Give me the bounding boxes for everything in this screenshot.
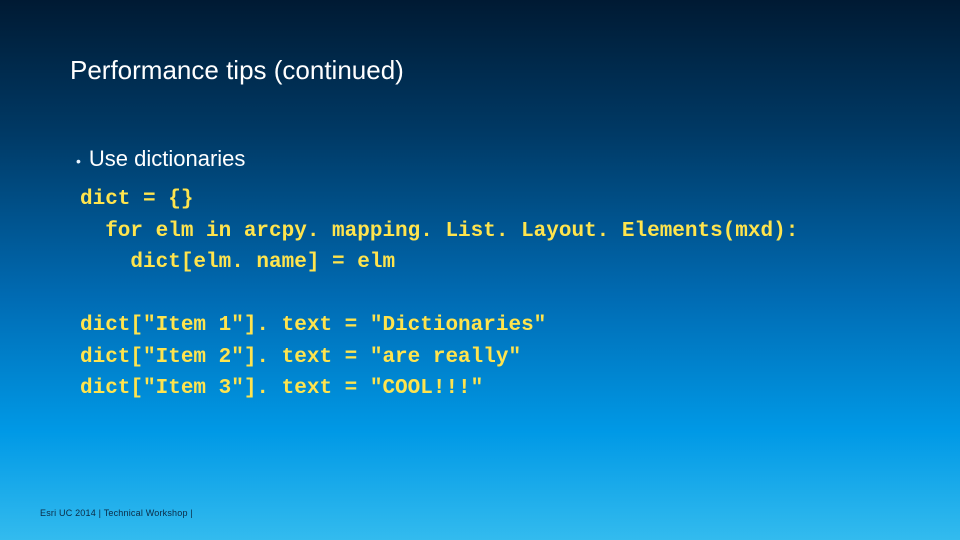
code-line: dict["Item 2"]. text = "are really" bbox=[80, 346, 521, 369]
code-block: dict = {} for elm in arcpy. mapping. Lis… bbox=[70, 184, 890, 405]
slide: Performance tips (continued) • Use dicti… bbox=[0, 0, 960, 405]
code-line: for elm in arcpy. mapping. List. Layout.… bbox=[80, 220, 798, 243]
slide-title: Performance tips (continued) bbox=[70, 55, 890, 86]
bullet-dot-icon: • bbox=[76, 150, 81, 172]
code-line: dict[elm. name] = elm bbox=[80, 251, 395, 274]
footer-text: Esri UC 2014 | Technical Workshop | bbox=[40, 508, 193, 518]
code-line: dict = {} bbox=[80, 188, 193, 211]
bullet-text: Use dictionaries bbox=[89, 146, 246, 172]
bullet-item: • Use dictionaries bbox=[70, 146, 890, 172]
code-line: dict["Item 3"]. text = "COOL!!!" bbox=[80, 377, 483, 400]
code-line: dict["Item 1"]. text = "Dictionaries" bbox=[80, 314, 546, 337]
